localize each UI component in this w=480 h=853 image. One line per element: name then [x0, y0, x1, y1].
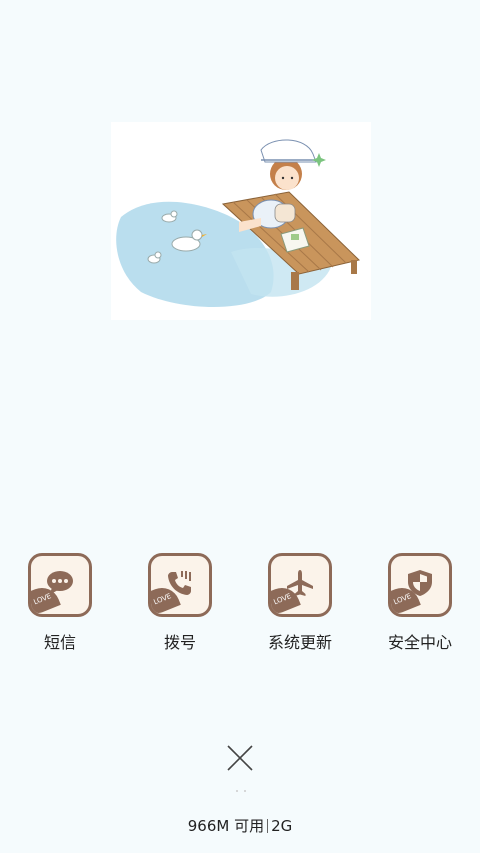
dialer-tile[interactable]: LOVE: [148, 553, 212, 617]
system-update-tile[interactable]: LOVE: [268, 553, 332, 617]
memory-status: 966M 可用 2G: [0, 815, 480, 836]
security-center-tile[interactable]: LOVE: [388, 553, 452, 617]
app-label: 系统更新: [267, 633, 332, 652]
app-security-center[interactable]: LOVE 安全中心: [360, 553, 480, 653]
wallpaper-illustration: [111, 122, 371, 320]
messages-tile[interactable]: LOVE: [28, 553, 92, 617]
app-dialer[interactable]: LOVE 拨号: [120, 553, 240, 653]
app-label: 短信: [43, 633, 76, 652]
close-recents-button[interactable]: [222, 740, 258, 776]
page-indicator: [236, 790, 246, 792]
app-label: 安全中心: [387, 633, 452, 652]
app-label: 拨号: [163, 633, 196, 652]
close-icon: [227, 745, 253, 771]
app-grid: LOVE 短信 LOVE 拨号 LOVE 系统更新 LOVE 安全中心: [0, 553, 480, 663]
memory-available: 966M 可用: [187, 817, 265, 835]
app-system-update[interactable]: LOVE 系统更新: [240, 553, 360, 653]
divider: [267, 819, 269, 833]
memory-total: 2G: [271, 817, 293, 835]
app-messages[interactable]: LOVE 短信: [0, 553, 120, 653]
